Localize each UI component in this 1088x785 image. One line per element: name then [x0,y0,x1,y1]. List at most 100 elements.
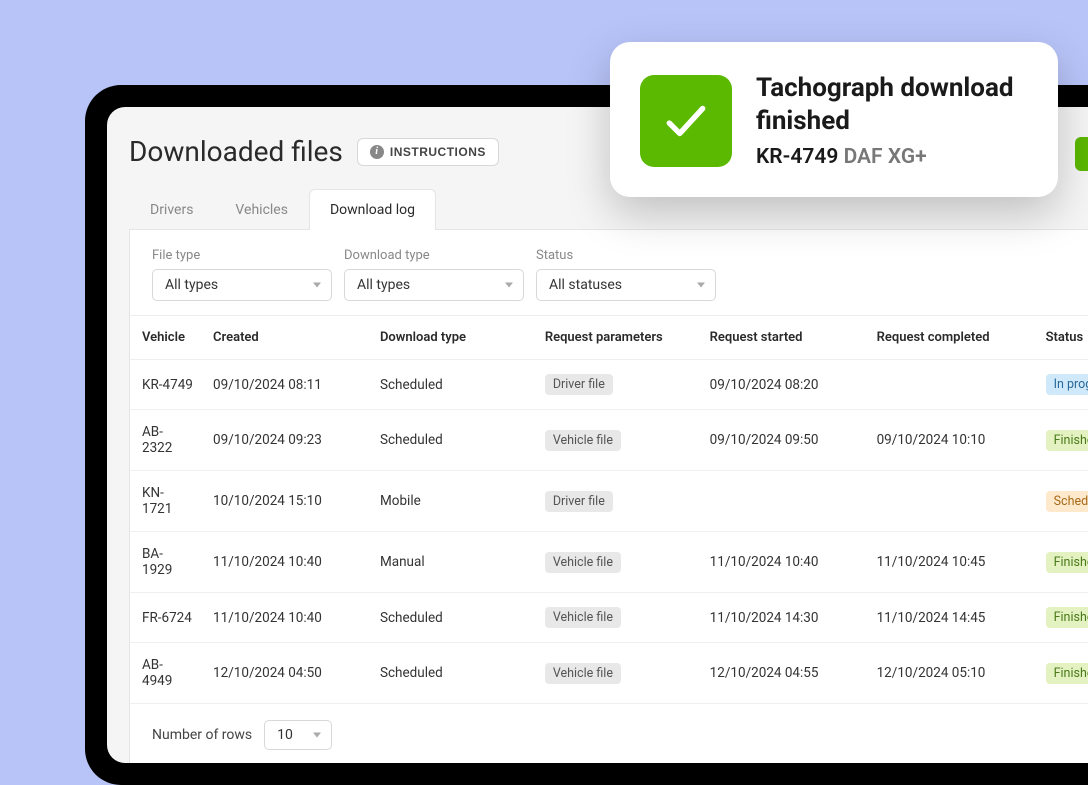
cell-vehicle: AB-2322 [130,410,203,471]
status-badge: Finished [1046,552,1088,573]
col-vehicle[interactable]: Vehicle [130,316,203,360]
filter-file-type: File type All types [152,248,332,301]
cell-request-started [700,471,867,532]
screen: Downloaded files i INSTRUCTIONS DOWNLOAD… [107,107,1088,763]
checkmark-icon [640,75,732,167]
toast-subtitle: KR-4749 DAF XG+ [756,145,1028,169]
param-pill: Driver file [545,491,613,512]
cell-status: Finished [1036,593,1088,643]
page-content: Downloaded files i INSTRUCTIONS DOWNLOAD… [107,107,1088,763]
cell-request-parameters: Vehicle file [535,410,700,471]
rows-select[interactable]: 10 [264,720,332,750]
chevron-down-icon [313,733,321,738]
download-log-table: Vehicle Created Download type Request pa… [130,316,1088,704]
status-badge: Scheduled [1046,491,1088,512]
cell-download-type: Scheduled [370,593,535,643]
col-download-type[interactable]: Download type [370,316,535,360]
table-row[interactable]: AB-232209/10/2024 09:23Scheduled Vehicle … [130,410,1088,471]
cell-request-completed: 12/10/2024 05:10 [867,643,1036,704]
chevron-down-icon [313,283,321,288]
instructions-label: INSTRUCTIONS [390,145,486,159]
filters: File type All types Download type All ty… [130,230,1088,316]
table-row[interactable]: FR-672411/10/2024 10:40ScheduledVehicle … [130,593,1088,643]
cell-status: Finished [1036,410,1088,471]
tab-vehicles[interactable]: Vehicles [214,189,309,230]
filter-status: Status All statuses [536,248,716,301]
cell-request-completed [867,471,1036,532]
status-select[interactable]: All statuses [536,269,716,301]
cell-vehicle: KN-1721 [130,471,203,532]
col-request-parameters[interactable]: Request parameters [535,316,700,360]
cell-created: 11/10/2024 10:40 [203,532,370,593]
filter-label: Status [536,248,716,263]
cell-download-type: Scheduled [370,643,535,704]
cell-request-started: 09/10/2024 08:20 [700,360,867,410]
col-created[interactable]: Created [203,316,370,360]
cell-created: 12/10/2024 04:50 [203,643,370,704]
status-badge: In progress [1046,374,1088,395]
table-row[interactable]: AB-494912/10/2024 04:50ScheduledVehicle … [130,643,1088,704]
info-icon: i [370,145,384,159]
col-request-started[interactable]: Request started [700,316,867,360]
cell-request-completed: 09/10/2024 10:10 [867,410,1036,471]
cell-created: 09/10/2024 08:11 [203,360,370,410]
cell-status: In progress [1036,360,1088,410]
download-button[interactable]: DOWNLOAD [1075,137,1088,171]
toast-text: Tachograph download finished KR-4749 DAF… [756,72,1028,169]
cell-request-completed: 11/10/2024 14:45 [867,593,1036,643]
status-badge: Finished [1046,430,1088,451]
table-row[interactable]: KN-172110/10/2024 15:10Mobile Driver file… [130,471,1088,532]
filter-download-type: Download type All types [344,248,524,301]
cell-download-type: Mobile [370,471,535,532]
toast-model: DAF XG+ [844,145,927,169]
cell-download-type: Scheduled [370,360,535,410]
cell-request-parameters: Vehicle file [535,593,700,643]
toast-notification[interactable]: Tachograph download finished KR-4749 DAF… [610,42,1058,197]
cell-created: 10/10/2024 15:10 [203,471,370,532]
filter-label: Download type [344,248,524,263]
cell-request-started: 11/10/2024 14:30 [700,593,867,643]
status-badge: Finished [1046,607,1088,628]
panel: File type All types Download type All ty… [129,230,1088,763]
cell-request-started: 09/10/2024 09:50 [700,410,867,471]
cell-request-completed: 11/10/2024 10:45 [867,532,1036,593]
toast-plate: KR-4749 [756,145,838,169]
cell-request-parameters: Driver file [535,360,700,410]
cell-request-parameters: Vehicle file [535,532,700,593]
col-status[interactable]: Status [1036,316,1088,360]
tab-download-log[interactable]: Download log [309,189,436,230]
cell-status: Scheduled [1036,471,1088,532]
page-title: Downloaded files [129,135,343,168]
cell-vehicle: AB-4949 [130,643,203,704]
cell-request-started: 12/10/2024 04:55 [700,643,867,704]
filter-label: File type [152,248,332,263]
cell-vehicle: KR-4749 [130,360,203,410]
cell-created: 09/10/2024 09:23 [203,410,370,471]
cell-request-parameters: Vehicle file [535,643,700,704]
cell-vehicle: BA-1929 [130,532,203,593]
param-pill: Vehicle file [545,552,621,573]
table-row[interactable]: BA-192911/10/2024 10:40ManualVehicle fil… [130,532,1088,593]
cell-download-type: Scheduled [370,410,535,471]
table-header-row: Vehicle Created Download type Request pa… [130,316,1088,360]
param-pill: Vehicle file [545,430,621,451]
file-type-select[interactable]: All types [152,269,332,301]
cell-status: Finished [1036,532,1088,593]
select-value: All types [357,277,410,293]
select-value: 10 [277,727,293,743]
select-value: All statuses [549,277,622,293]
col-request-completed[interactable]: Request completed [867,316,1036,360]
tab-drivers[interactable]: Drivers [129,189,214,230]
table-row[interactable]: KR-474909/10/2024 08:11Scheduled Driver f… [130,360,1088,410]
select-value: All types [165,277,218,293]
download-type-select[interactable]: All types [344,269,524,301]
instructions-button[interactable]: i INSTRUCTIONS [357,138,499,166]
param-pill: Vehicle file [545,607,621,628]
param-pill: Driver file [545,374,613,395]
cell-status: Finished [1036,643,1088,704]
cell-download-type: Manual [370,532,535,593]
status-badge: Finished [1046,663,1088,684]
cell-request-started: 11/10/2024 10:40 [700,532,867,593]
toast-title: Tachograph download finished [756,72,1028,137]
cell-request-parameters: Driver file [535,471,700,532]
